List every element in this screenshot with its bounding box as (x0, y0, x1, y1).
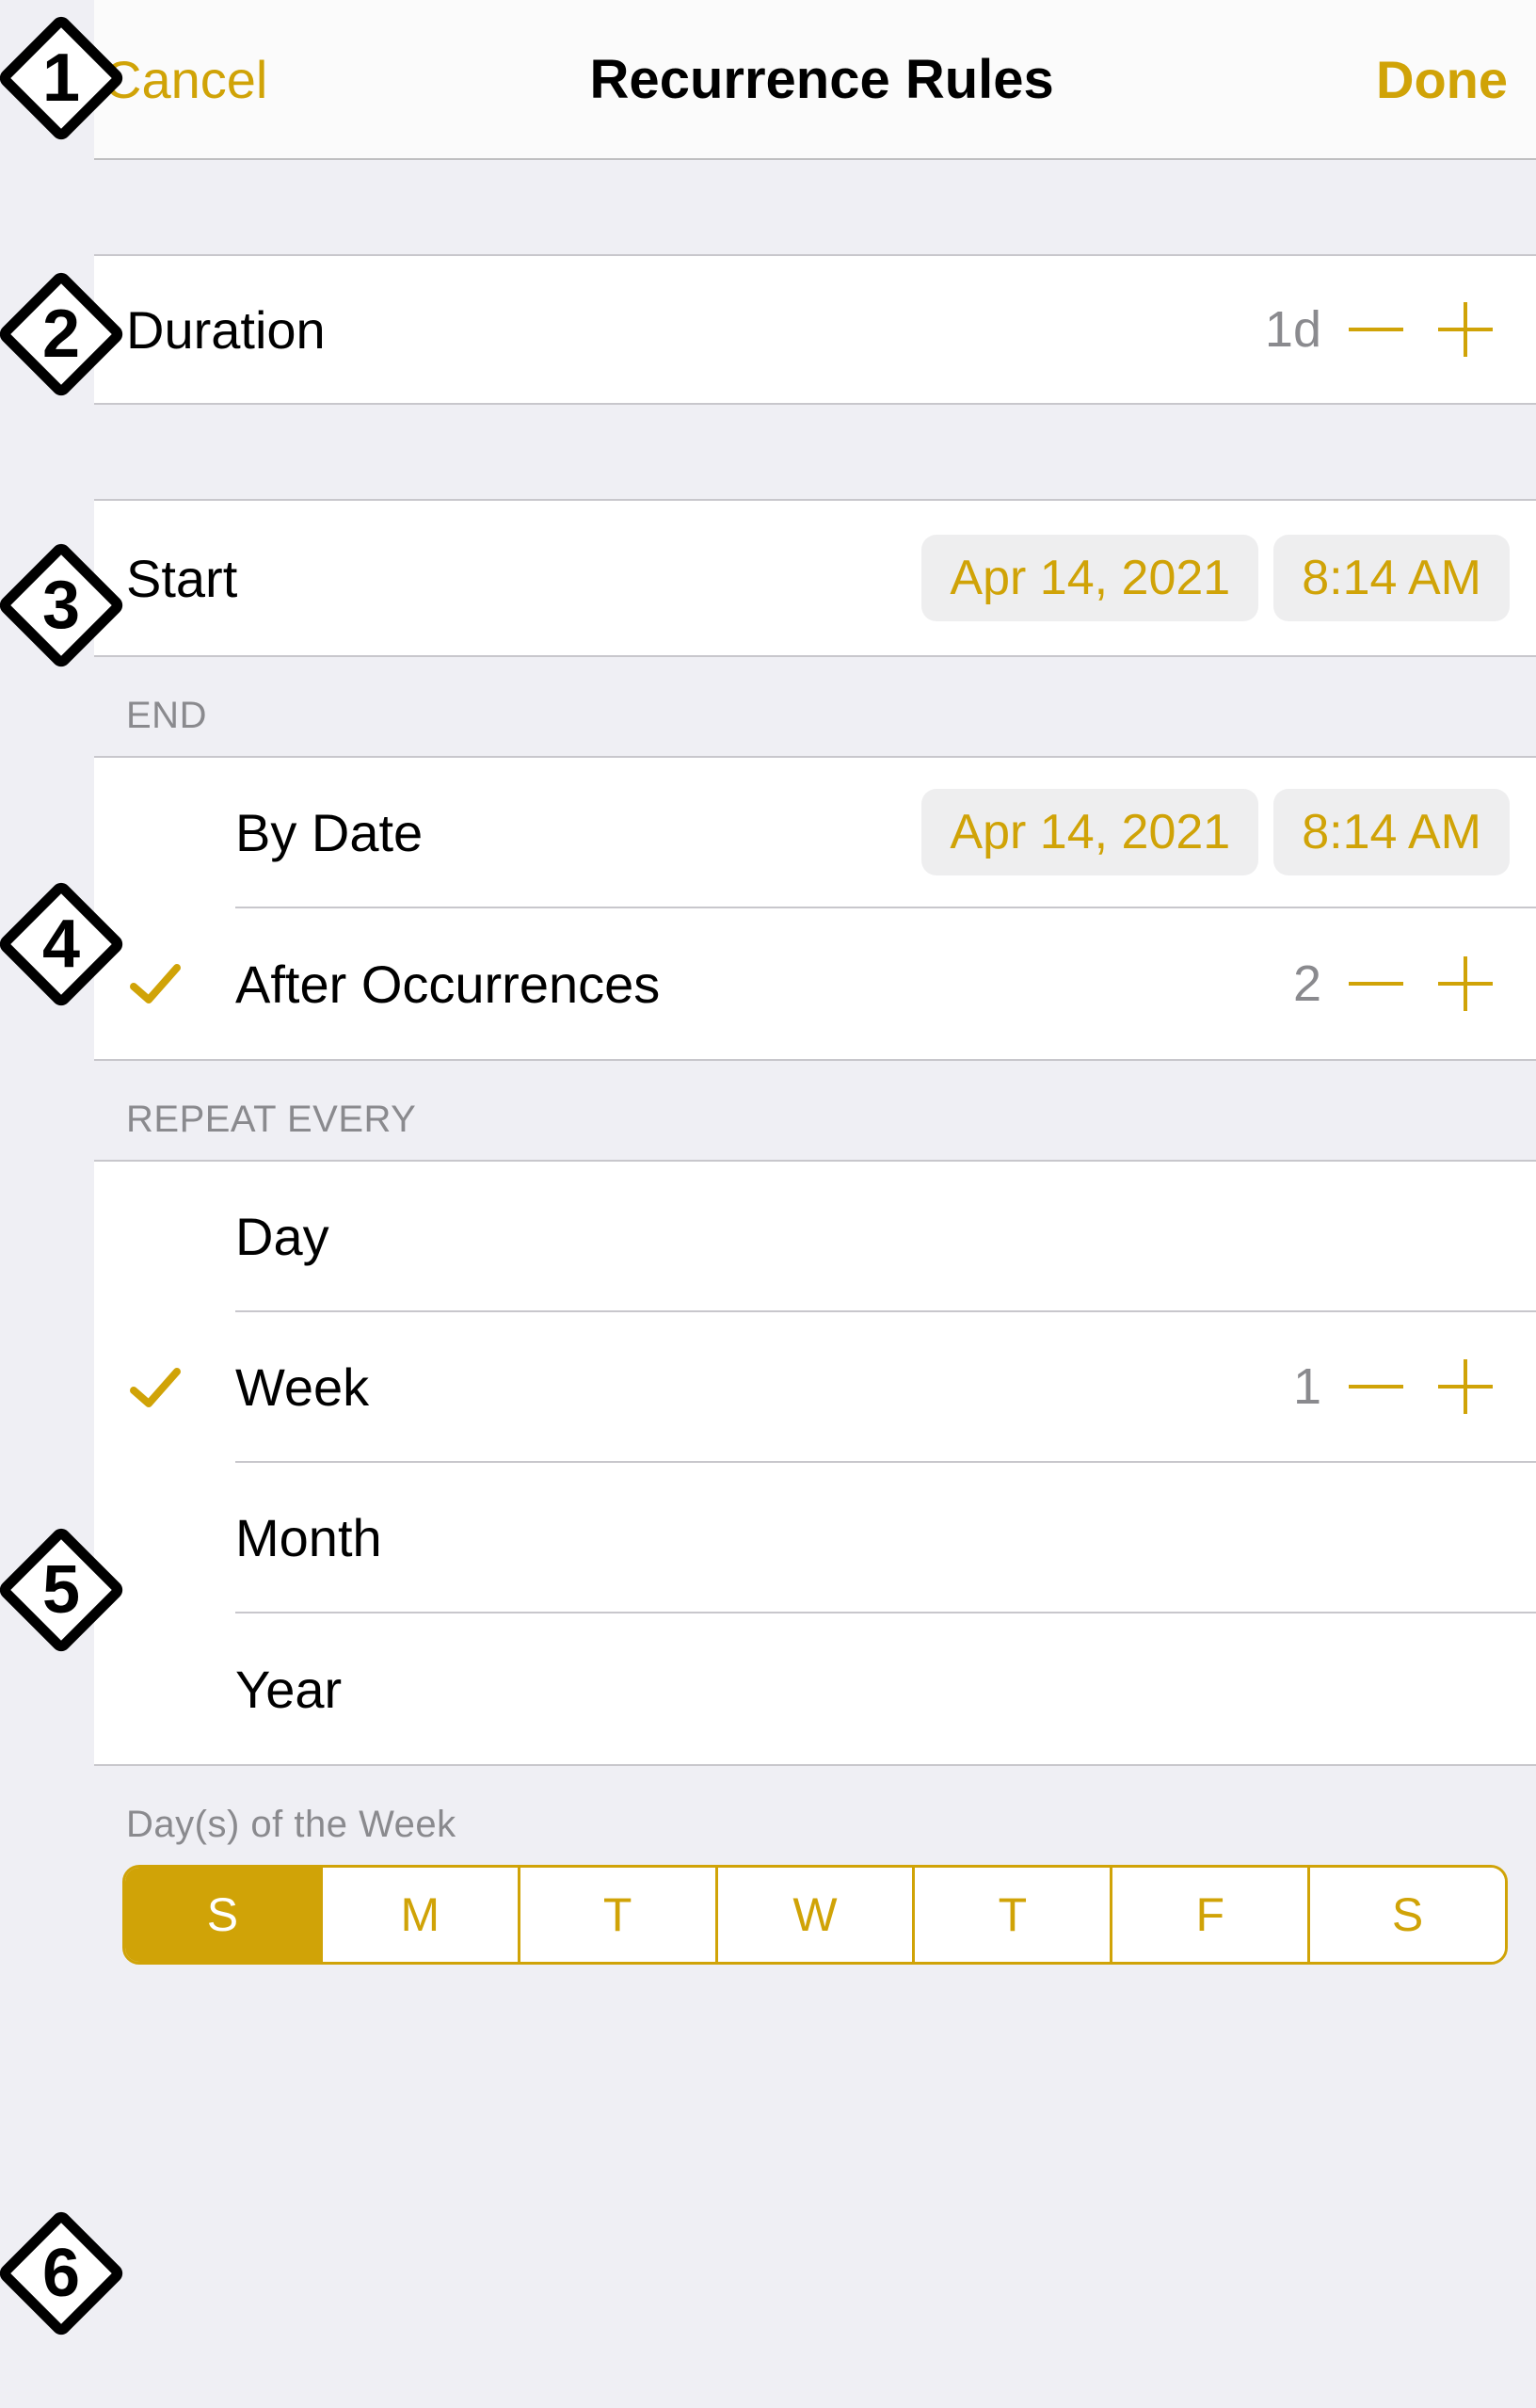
repeat-week-decrement-button[interactable] (1331, 1342, 1420, 1432)
callout-marker-3: 3 (0, 544, 122, 666)
duration-label: Duration (126, 299, 326, 361)
start-label: Start (126, 548, 237, 609)
end-list: By Date Apr 14, 2021 8:14 AM After Occur… (94, 756, 1536, 1061)
plus-icon (1432, 951, 1498, 1017)
start-date-button[interactable]: Apr 14, 2021 (921, 535, 1258, 621)
callout-marker-1: 1 (0, 17, 122, 139)
callout-marker-2: 2 (0, 273, 122, 395)
start-time-button[interactable]: 8:14 AM (1273, 535, 1510, 621)
duration-stepper (1331, 285, 1510, 375)
day-sunday[interactable]: S (125, 1868, 320, 1962)
plus-icon (1432, 297, 1498, 362)
repeat-month-label: Month (235, 1507, 382, 1568)
callout-marker-5: 5 (0, 1529, 122, 1651)
start-row: Start Apr 14, 2021 8:14 AM (94, 499, 1536, 657)
end-after-occurrences-check (126, 955, 235, 1013)
days-of-week-picker: S M T W T F S (122, 1865, 1508, 1965)
checkmark-icon (126, 955, 184, 1013)
end-after-occurrences-row[interactable]: After Occurrences 2 (94, 908, 1536, 1059)
screen: Cancel Recurrence Rules Done Duration 1d… (94, 0, 1536, 2408)
occurrences-increment-button[interactable] (1420, 939, 1510, 1029)
navbar: Cancel Recurrence Rules Done (94, 0, 1536, 160)
callout-marker-4: 4 (0, 883, 122, 1005)
end-by-date-label: By Date (235, 802, 423, 863)
day-thursday[interactable]: T (912, 1868, 1110, 1962)
duration-increment-button[interactable] (1420, 285, 1510, 375)
end-date-button[interactable]: Apr 14, 2021 (921, 789, 1258, 875)
occurrences-decrement-button[interactable] (1331, 939, 1420, 1029)
end-section-header: End (94, 657, 1536, 756)
repeat-year-row[interactable]: Year (94, 1613, 1536, 1764)
end-time-button[interactable]: 8:14 AM (1273, 789, 1510, 875)
repeat-month-row[interactable]: Month (94, 1463, 1536, 1613)
day-wednesday[interactable]: W (715, 1868, 913, 1962)
plus-icon (1432, 1354, 1498, 1420)
day-tuesday[interactable]: T (518, 1868, 715, 1962)
occurrences-stepper (1331, 939, 1510, 1029)
day-monday[interactable]: M (320, 1868, 518, 1962)
callout-marker-6: 6 (0, 2212, 122, 2335)
end-after-occurrences-label: After Occurrences (235, 954, 660, 1015)
duration-row: Duration 1d (94, 254, 1536, 405)
repeat-week-row[interactable]: Week 1 (94, 1312, 1536, 1463)
occurrences-value: 2 (1293, 955, 1321, 1013)
repeat-week-increment-button[interactable] (1420, 1342, 1510, 1432)
duration-value: 1d (1265, 300, 1321, 359)
day-friday[interactable]: F (1110, 1868, 1307, 1962)
duration-decrement-button[interactable] (1331, 285, 1420, 375)
cancel-button[interactable]: Cancel (104, 49, 267, 110)
repeat-day-row[interactable]: Day (94, 1162, 1536, 1312)
end-by-date-row[interactable]: By Date Apr 14, 2021 8:14 AM (94, 758, 1536, 908)
repeat-day-label: Day (235, 1206, 329, 1267)
minus-icon (1343, 1354, 1409, 1420)
repeat-week-value: 1 (1293, 1357, 1321, 1416)
minus-icon (1343, 297, 1409, 362)
repeat-week-stepper (1331, 1342, 1510, 1432)
page-title: Recurrence Rules (590, 48, 1054, 111)
repeat-year-label: Year (235, 1659, 342, 1720)
repeat-week-label: Week (235, 1357, 369, 1418)
checkmark-icon (126, 1358, 184, 1417)
repeat-section-header: Repeat Every (94, 1061, 1536, 1160)
days-of-week-header: Day(s) of the Week (94, 1766, 1536, 1865)
repeat-list: Day Week 1 (94, 1160, 1536, 1766)
done-button[interactable]: Done (1376, 49, 1508, 110)
minus-icon (1343, 951, 1409, 1017)
day-saturday[interactable]: S (1307, 1868, 1505, 1962)
